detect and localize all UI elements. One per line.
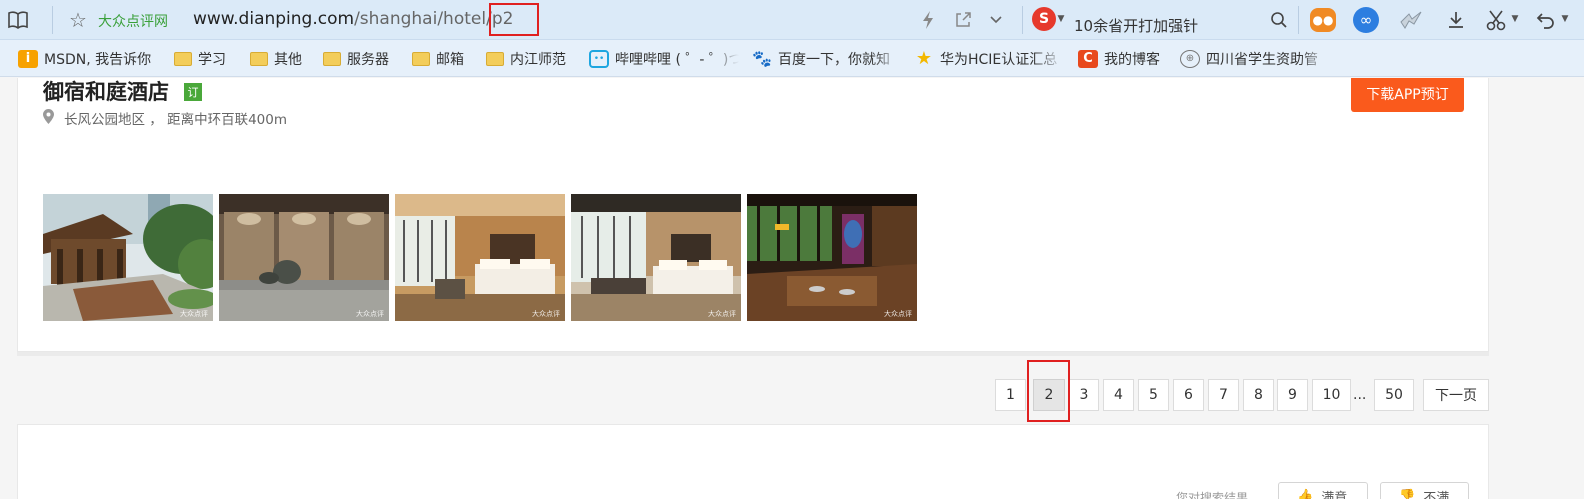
download-app-button[interactable]: 下载APP预订 <box>1351 78 1464 112</box>
msdn-icon: i <box>18 49 38 68</box>
caret-down-icon[interactable]: ▼ <box>1510 12 1520 26</box>
card-divider <box>17 352 1489 356</box>
bookmarks-bar: i MSDN, 我告诉你 学习 其他 服务器 邮箱 内江师范 •• 哔哩哔哩 (… <box>0 40 1584 77</box>
undo-icon[interactable] <box>1534 7 1558 33</box>
site-name: 大众点评网 <box>98 14 168 30</box>
page-button-last[interactable]: 50 <box>1374 379 1414 411</box>
scissors-icon[interactable] <box>1484 7 1508 33</box>
page-button-9[interactable]: 9 <box>1277 379 1308 411</box>
bedroom-window-photo[interactable]: 大众点评 <box>571 194 741 321</box>
reader-mode-icon[interactable] <box>6 8 30 32</box>
feedback-card <box>17 424 1489 499</box>
feedback-question: 您对搜索结果 <box>1176 491 1249 499</box>
toolbar-divider <box>1298 6 1299 34</box>
news-ticker[interactable]: 10余省开打加强针 <box>1074 15 1198 36</box>
folder-icon <box>486 51 504 66</box>
bookmark-baidu[interactable]: 🐾 百度一下，你就知 <box>752 40 902 77</box>
bookmark-label: 四川省学生资助管 <box>1206 51 1318 68</box>
next-page-button[interactable]: 下一页 <box>1423 379 1489 411</box>
satisfied-button[interactable]: 👍 满意 <box>1278 482 1368 499</box>
url-host: www.dianping.com <box>193 9 355 29</box>
globe-icon: ⊕ <box>1180 49 1200 68</box>
address-bar: ☆ 大众点评网 www.dianping.com/shanghai/hotel/… <box>0 0 1584 40</box>
page-button-4[interactable]: 4 <box>1103 379 1134 411</box>
baidu-icon: 🐾 <box>752 49 772 68</box>
bookmark-label: 服务器 <box>347 51 389 68</box>
page-button-8[interactable]: 8 <box>1243 379 1274 411</box>
game-icon[interactable]: ●● <box>1310 8 1336 32</box>
photo-watermark: 大众点评 <box>708 310 736 318</box>
search-icon[interactable] <box>1268 9 1290 31</box>
unsatisfied-button[interactable]: 👎 不满 <box>1380 482 1469 499</box>
bookmark-blog[interactable]: C 我的博客 <box>1078 40 1170 77</box>
bookmark-label: 我的博客 <box>1104 51 1160 68</box>
restaurant-photo[interactable]: 大众点评 <box>747 194 917 321</box>
lightning-icon[interactable] <box>918 9 938 31</box>
hotel-name[interactable]: 御宿和庭酒店 <box>43 78 169 106</box>
bookmark-label: 百度一下，你就知 <box>778 51 890 68</box>
bilibili-icon: •• <box>589 49 609 68</box>
page-button-6[interactable]: 6 <box>1173 379 1204 411</box>
courtyard-exterior-photo[interactable]: 大众点评 <box>43 194 213 321</box>
bookmark-label: MSDN, 我告诉你 <box>44 51 152 68</box>
page-content: 御宿和庭酒店 订 长风公园地区 ， 距离中环百联400m 下载APP预订 大众点… <box>0 78 1584 499</box>
infinity-icon[interactable]: ∞ <box>1353 7 1379 33</box>
folder-icon <box>323 51 341 66</box>
bookmark-label: 邮箱 <box>436 51 464 68</box>
folder-icon <box>174 51 192 66</box>
url-page-highlight-box <box>489 3 539 36</box>
bookmark-msdn[interactable]: i MSDN, 我告诉你 <box>18 40 162 77</box>
chevron-down-icon[interactable] <box>986 9 1006 31</box>
bookmark-folder-neijiang[interactable]: 内江师范 <box>486 40 580 77</box>
sogou-icon[interactable]: S <box>1032 7 1056 31</box>
bookmark-label: 学习 <box>198 51 226 68</box>
bookmark-folder-server[interactable]: 服务器 <box>323 40 403 77</box>
folder-icon <box>250 51 268 66</box>
pagination-ellipsis: ... <box>1353 387 1367 403</box>
bookmark-bilibili[interactable]: •• 哔哩哔哩 ( ゜- ゜)つ <box>589 40 739 77</box>
share-icon[interactable] <box>952 9 974 31</box>
bedroom-photo[interactable]: 大众点评 <box>395 194 565 321</box>
folder-icon <box>412 51 430 66</box>
thumbs-down-icon: 👎 <box>1399 488 1416 499</box>
huawei-icon: ★ <box>915 48 933 69</box>
toolbar-divider <box>52 6 53 34</box>
caret-down-icon[interactable]: ▼ <box>1560 12 1570 26</box>
current-page-highlight-box <box>1027 360 1070 422</box>
bookmark-huawei[interactable]: ★ 华为HCIE认证汇总 <box>914 40 1064 77</box>
page-button-3[interactable]: 3 <box>1069 379 1099 411</box>
bookmark-folder-study[interactable]: 学习 <box>174 40 240 77</box>
location-pin-icon <box>43 109 54 124</box>
photo-watermark: 大众点评 <box>532 310 560 318</box>
bird-icon[interactable] <box>1398 8 1424 32</box>
bookmark-sichuan-aid[interactable]: ⊕ 四川省学生资助管 <box>1180 40 1330 77</box>
caret-down-icon[interactable]: ▼ <box>1056 12 1066 26</box>
photo-watermark: 大众点评 <box>884 310 912 318</box>
bookmark-label: 华为HCIE认证汇总 <box>940 51 1058 68</box>
booking-badge: 订 <box>184 83 202 101</box>
toolbar-divider <box>1022 6 1023 34</box>
bookmark-folder-other[interactable]: 其他 <box>250 40 316 77</box>
thumbs-up-icon: 👍 <box>1297 488 1314 499</box>
bookmark-folder-mail[interactable]: 邮箱 <box>412 40 478 77</box>
hotel-card: 御宿和庭酒店 订 长风公园地区 ， 距离中环百联400m 下载APP预订 大众点… <box>17 78 1489 352</box>
download-icon[interactable] <box>1444 8 1468 32</box>
lobby-stone-photo[interactable]: 大众点评 <box>219 194 389 321</box>
page-button-7[interactable]: 7 <box>1208 379 1239 411</box>
bookmark-label: 其他 <box>274 51 302 68</box>
photo-watermark: 大众点评 <box>180 310 208 318</box>
page-button-5[interactable]: 5 <box>1138 379 1169 411</box>
unsatisfied-label: 不满 <box>1423 490 1450 499</box>
photo-watermark: 大众点评 <box>356 310 384 318</box>
page-button-1[interactable]: 1 <box>995 379 1026 411</box>
satisfied-label: 满意 <box>1321 490 1348 499</box>
favorite-star-icon[interactable]: ☆ <box>66 8 90 32</box>
bookmark-label: 哔哩哔哩 ( ゜- ゜)つ <box>615 51 739 68</box>
url-path: /shanghai/hotel/ <box>354 9 492 29</box>
page-button-10[interactable]: 10 <box>1312 379 1351 411</box>
bookmark-label: 内江师范 <box>510 51 566 68</box>
csdn-icon: C <box>1078 49 1098 68</box>
hotel-address: 长风公园地区 ， 距离中环百联400m <box>64 112 288 128</box>
url-input[interactable]: www.dianping.com/shanghai/hotel/p2 <box>193 9 513 29</box>
